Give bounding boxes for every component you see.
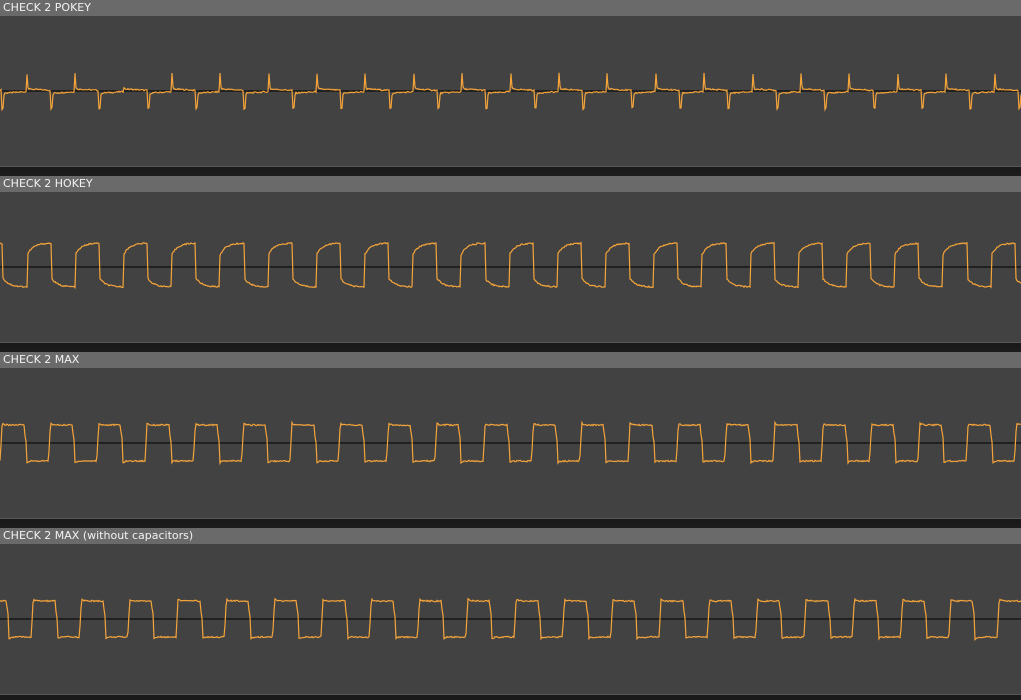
track-title[interactable]: CHECK 2 MAX — [0, 352, 1021, 368]
track-divider — [0, 342, 1021, 348]
track-title[interactable]: CHECK 2 HOKEY — [0, 176, 1021, 192]
track-check-2-hokey[interactable]: CHECK 2 HOKEY — [0, 176, 1021, 348]
waveform — [0, 241, 1021, 290]
waveform-area[interactable] — [0, 368, 1021, 518]
track-title[interactable]: CHECK 2 POKEY — [0, 0, 1021, 16]
waveform-area[interactable] — [0, 192, 1021, 342]
track-divider — [0, 518, 1021, 524]
track-title[interactable]: CHECK 2 MAX (without capacitors) — [0, 528, 1021, 544]
track-divider — [0, 694, 1021, 700]
waveform-area[interactable] — [0, 16, 1021, 166]
waveform-display — [0, 597, 1021, 641]
track-divider — [0, 166, 1021, 172]
track-check-2-pokey[interactable]: CHECK 2 POKEY — [0, 0, 1021, 172]
waveform-area[interactable] — [0, 544, 1021, 694]
waveform-display — [0, 72, 1021, 112]
track-check-2-max[interactable]: CHECK 2 MAX — [0, 352, 1021, 524]
track-check-2-max-without-capacitors[interactable]: CHECK 2 MAX (without capacitors) — [0, 528, 1021, 700]
waveform-editor: CHECK 2 POKEY CHECK 2 HOKEY CHECK 2 MAX — [0, 0, 1021, 700]
waveform-display — [0, 241, 1021, 290]
waveform-display — [0, 420, 1021, 466]
